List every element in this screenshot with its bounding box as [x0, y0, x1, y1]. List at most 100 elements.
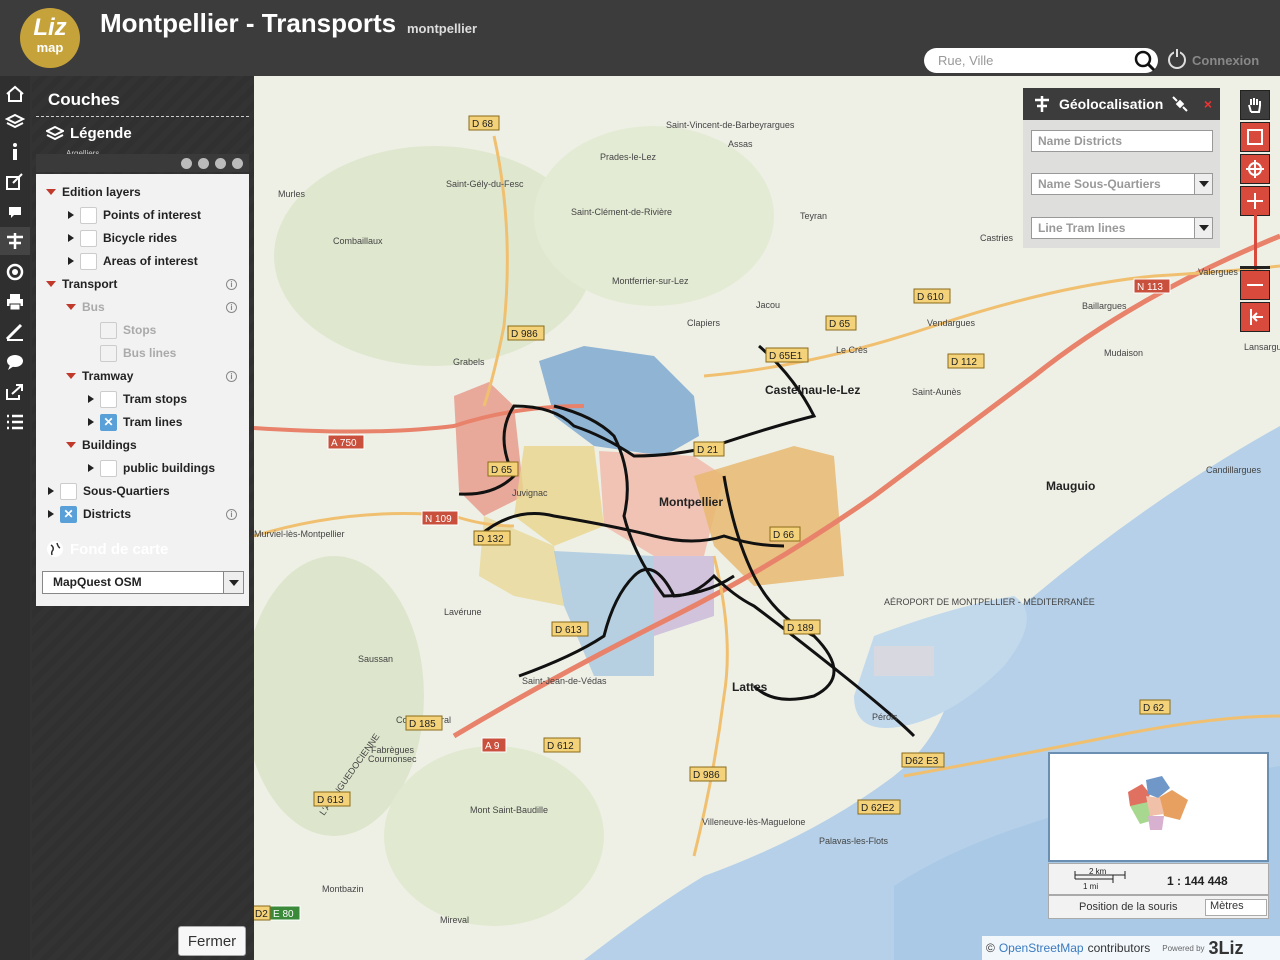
tree-item-edition-layers[interactable]: Edition layers	[46, 182, 141, 202]
basemap-select[interactable]: MapQuest OSM	[42, 571, 244, 594]
place-label: Murviel-lès-Montpellier	[254, 529, 345, 539]
satellite-icon	[1172, 96, 1188, 112]
chevron-down-icon	[1194, 174, 1212, 194]
attribution: © OpenStreetMap contributors Powered by …	[982, 936, 1280, 960]
layer-checkbox[interactable]	[80, 229, 97, 247]
overview-map[interactable]	[1048, 752, 1269, 862]
expand-icon[interactable]	[88, 418, 94, 426]
layer-checkbox[interactable]	[100, 459, 117, 477]
info-icon[interactable]: i	[226, 278, 237, 290]
road-label: D 68	[472, 119, 494, 130]
tree-item-sous-quartiers[interactable]: Sous-Quartiers	[48, 481, 170, 501]
transport-icon[interactable]	[0, 227, 30, 255]
road-label: D 986	[511, 329, 538, 340]
tree-item-districts[interactable]: ✕ Districts i	[48, 504, 249, 524]
layer-checkbox[interactable]	[80, 206, 97, 224]
info-icon[interactable]: i	[226, 301, 237, 313]
expand-icon[interactable]	[68, 211, 74, 219]
tree-item-bicycle-rides[interactable]: Bicycle rides	[68, 228, 177, 248]
expand-icon[interactable]	[68, 234, 74, 242]
layers-icon	[46, 125, 64, 140]
zoom-to-layer-icon[interactable]	[198, 157, 209, 169]
road-label: N 113	[1137, 282, 1163, 293]
place-label: Grabels	[453, 357, 485, 367]
expand-icon[interactable]	[88, 395, 94, 403]
lizmap-logo[interactable]: Liz map	[20, 8, 80, 68]
place-label: Castries	[980, 233, 1014, 243]
layer-checkbox[interactable]	[60, 482, 77, 500]
measure-icon[interactable]	[0, 318, 30, 346]
search-input[interactable]	[924, 48, 1158, 73]
collapse-icon[interactable]	[66, 373, 76, 379]
tree-item-points-of-interest[interactable]: Points of interest	[68, 205, 201, 225]
place-label: Clapiers	[687, 318, 721, 328]
layer-checkbox[interactable]	[100, 344, 117, 362]
layer-checkbox[interactable]	[100, 390, 117, 408]
tree-item-public-buildings[interactable]: public buildings	[88, 458, 215, 478]
expand-icon[interactable]	[48, 487, 54, 495]
close-icon[interactable]: ×	[1204, 96, 1212, 112]
tree-item-areas-of-interest[interactable]: Areas of interest	[68, 251, 198, 271]
list-icon[interactable]	[0, 408, 30, 436]
home-icon[interactable]	[0, 80, 30, 108]
collapse-icon[interactable]	[66, 304, 76, 310]
place-label: Assas	[728, 139, 753, 149]
layers-panel: Couches Légende Argelliers Edition layer…	[32, 76, 254, 960]
page-subtitle: montpellier	[407, 21, 478, 36]
tram-lines-select[interactable]: Line Tram lines	[1031, 217, 1213, 239]
info-icon[interactable]: i	[226, 508, 237, 520]
panel-title: Couches	[48, 90, 120, 109]
layer-checkbox-checked[interactable]: ✕	[100, 413, 117, 431]
info-icon[interactable]	[181, 157, 192, 169]
expand-icon[interactable]	[48, 510, 54, 518]
tree-item-bus[interactable]: Bus i	[66, 297, 249, 317]
tree-item-transport[interactable]: Transport i	[46, 274, 249, 294]
locate-icon[interactable]	[0, 258, 30, 286]
info-icon[interactable]	[0, 138, 30, 166]
layers-icon[interactable]	[0, 108, 30, 136]
info-icon[interactable]: i	[226, 370, 237, 382]
tree-item-buildings[interactable]: Buildings	[66, 435, 137, 455]
tree-item-tram-stops[interactable]: Tram stops	[88, 389, 187, 409]
close-panel-button[interactable]: Fermer	[178, 926, 246, 956]
road-label: D 62E2	[861, 803, 895, 814]
collapse-icon[interactable]	[66, 442, 76, 448]
3liz-logo[interactable]: 3Liz	[1209, 938, 1244, 959]
print-icon[interactable]	[0, 288, 30, 316]
tree-item-tram-lines[interactable]: ✕ Tram lines	[88, 412, 182, 432]
opacity-icon[interactable]	[215, 157, 226, 169]
layer-checkbox[interactable]	[80, 252, 97, 270]
zoom-to-extent-icon[interactable]	[1240, 154, 1270, 184]
expand-icon[interactable]	[88, 464, 94, 472]
tree-item-stops[interactable]: Stops	[100, 320, 156, 340]
comment-icon[interactable]	[0, 198, 30, 226]
search-icon[interactable]	[1132, 49, 1158, 73]
export-icon[interactable]	[232, 157, 243, 169]
pan-hand-icon[interactable]	[1240, 90, 1270, 120]
place-label: AÉROPORT DE MONTPELLIER - MÉDITERRANÉE	[884, 597, 1095, 607]
expand-icon[interactable]	[68, 257, 74, 265]
zoom-in-icon[interactable]	[1240, 186, 1270, 216]
sous-quartiers-select[interactable]: Name Sous-Quartiers	[1031, 173, 1213, 195]
previous-extent-icon[interactable]	[1240, 302, 1270, 332]
power-icon	[1168, 49, 1186, 69]
layer-checkbox[interactable]	[100, 321, 117, 339]
edit-icon[interactable]	[0, 168, 30, 196]
login-button[interactable]: Connexion	[1168, 49, 1259, 69]
place-label: Montferrier-sur-Lez	[612, 276, 689, 286]
zoom-slider-handle[interactable]	[1240, 266, 1270, 269]
chat-icon[interactable]	[0, 348, 30, 376]
place-label: Mont Saint-Baudille	[470, 805, 548, 815]
tree-item-bus-lines[interactable]: Bus lines	[100, 343, 176, 363]
tree-item-tramway[interactable]: Tramway i	[66, 366, 249, 386]
zoom-box-icon[interactable]	[1240, 122, 1270, 152]
layer-checkbox-checked[interactable]: ✕	[60, 505, 77, 523]
collapse-icon[interactable]	[46, 189, 56, 195]
collapse-icon[interactable]	[46, 281, 56, 287]
zoom-out-icon[interactable]	[1240, 270, 1270, 300]
osm-link[interactable]: OpenStreetMap	[999, 941, 1084, 955]
road-label: D 112	[951, 357, 977, 368]
unit-select[interactable]: Mètres	[1205, 899, 1267, 916]
districts-name-field[interactable]: Name Districts	[1031, 130, 1213, 152]
share-icon[interactable]	[0, 378, 30, 406]
